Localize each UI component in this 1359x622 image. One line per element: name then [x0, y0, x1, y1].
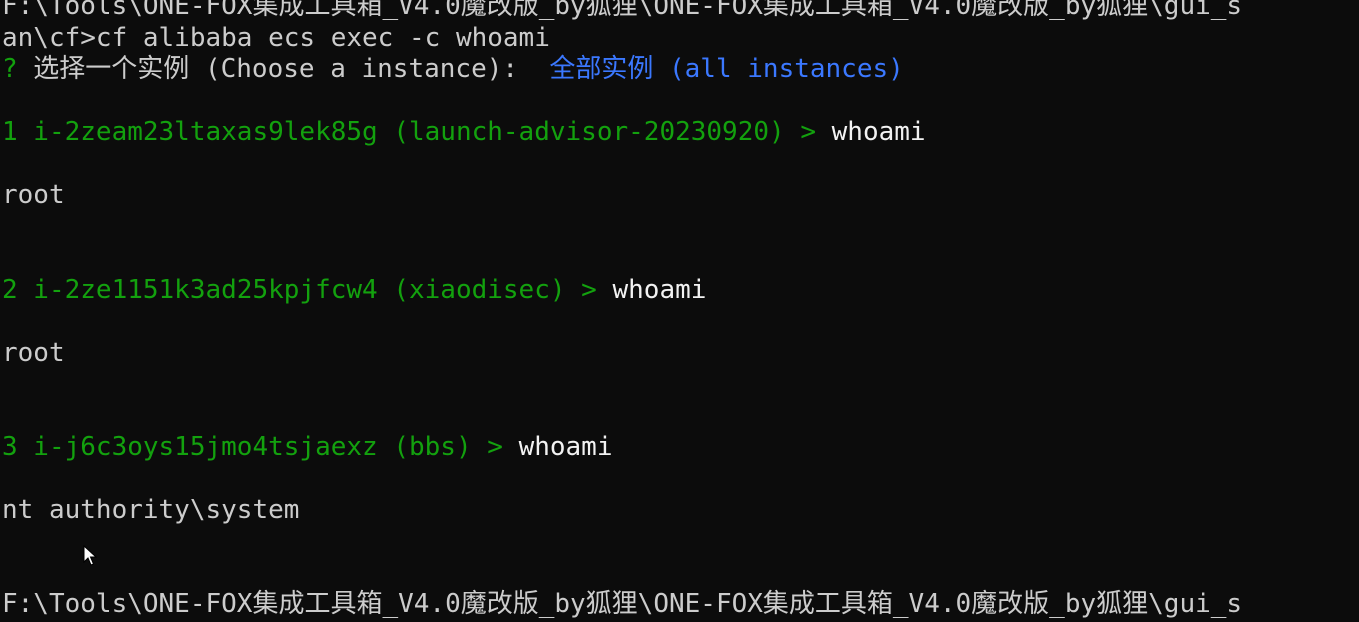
- instance-label: 1 i-2zeam23ltaxas9lek85g (launch-advisor…: [2, 117, 832, 147]
- command-output: root: [2, 338, 65, 368]
- terminal-window[interactable]: F:\Tools\ONE-FOX集成工具箱_V4.0魔改版_by狐狸\ONE-F…: [0, 0, 1359, 622]
- command-output: root: [2, 180, 65, 210]
- instance-command: whoami: [831, 117, 926, 147]
- path-line-bottom: F:\Tools\ONE-FOX集成工具箱_V4.0魔改版_by狐狸\ONE-F…: [2, 589, 1243, 619]
- instance-line: 2 i-2ze1151k3ad25kpjfcw4 (xiaodisec) > w…: [2, 274, 706, 306]
- instance-command: whoami: [612, 275, 707, 305]
- instance-line: 3 i-j6c3oys15jmo4tsjaexz (bbs) > whoami: [2, 431, 612, 463]
- instance-label: 3 i-j6c3oys15jmo4tsjaexz (bbs) >: [2, 432, 519, 462]
- instance-command: whoami: [518, 432, 613, 462]
- command-line: an\cf>cf alibaba ecs exec -c whoami: [2, 23, 550, 53]
- instance-line: 1 i-2zeam23ltaxas9lek85g (launch-advisor…: [2, 116, 926, 148]
- command-output: nt authority\system: [2, 495, 300, 525]
- prompt-question: 选择一个实例 (Choose a instance):: [17, 54, 534, 84]
- path-line-top: F:\Tools\ONE-FOX集成工具箱_V4.0魔改版_by狐狸\ONE-F…: [2, 0, 1243, 21]
- mouse-pointer-icon: [83, 545, 97, 566]
- prompt-answer: 全部实例 (all instances): [533, 54, 904, 84]
- prompt-mark: ?: [2, 54, 18, 84]
- instance-label: 2 i-2ze1151k3ad25kpjfcw4 (xiaodisec) >: [2, 275, 613, 305]
- instance-prompt: ? 选择一个实例 (Choose a instance): 全部实例 (all …: [2, 53, 904, 85]
